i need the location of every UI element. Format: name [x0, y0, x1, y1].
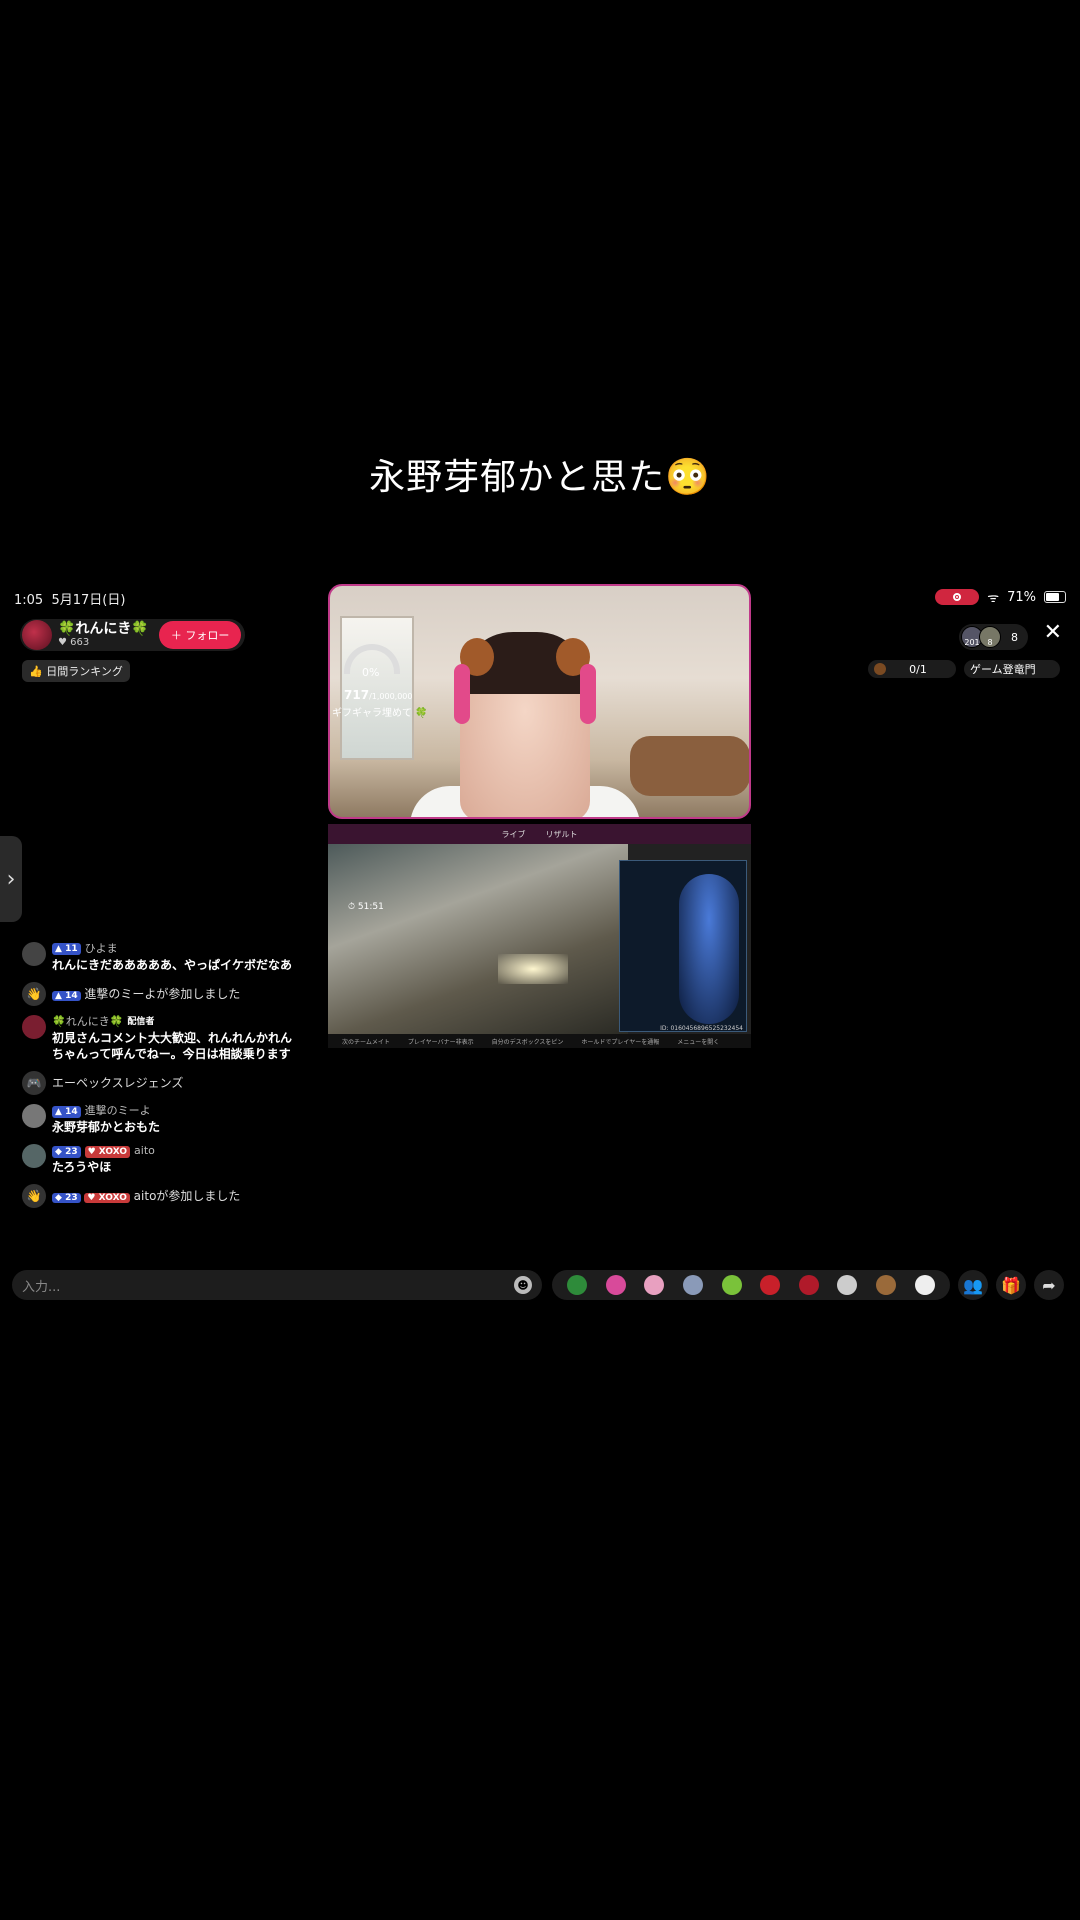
level-badge: ▲ 14	[52, 991, 81, 1002]
viewer-list[interactable]: 201 8 8	[959, 624, 1028, 650]
recording-icon	[935, 589, 980, 605]
chat-message[interactable]: 👋 ◆ 23 ♥ XOXO aitoが参加しました	[22, 1184, 302, 1209]
chat-message[interactable]: 👋 ▲ 14 進撃のミーよが参加しました	[22, 982, 302, 1007]
side-drawer-handle[interactable]: ›	[0, 836, 22, 922]
bottom-toolbar: 入力... ☻ 👥 🎁 ➦	[12, 1270, 1068, 1300]
share-icon[interactable]: ➦	[1034, 1270, 1064, 1300]
user-avatar-icon[interactable]	[22, 942, 46, 966]
chat-list: ▲ 11 ひよま れんにきだあああああ、やっぱイケボだなあ 👋 ▲ 14 進撃のミ…	[22, 942, 302, 1217]
rose-bouquet-gift-icon[interactable]	[798, 1275, 819, 1295]
host-name: 🍀れんにき🍀	[58, 620, 149, 637]
join-notice: 進撃のミーよが参加しました	[84, 987, 241, 1002]
live-stream-video[interactable]: 0% 717/1,000,000 ギフギャラ埋めて 🍀 ライブ リザルト ⏱ 5…	[328, 584, 751, 1048]
host-tag: 配信者	[127, 1017, 155, 1028]
gg-gift-icon[interactable]	[605, 1275, 626, 1295]
level-badge: ◆ 23	[52, 1193, 81, 1204]
host-avatar-icon[interactable]	[22, 1015, 46, 1040]
bear-gift-icon[interactable]	[876, 1275, 897, 1295]
game-character	[679, 874, 739, 1024]
join-notice: aitoが参加しました	[133, 1189, 241, 1204]
viewer-avatar[interactable]: 8	[979, 626, 1001, 648]
chat-text: れんにきだあああああ、やっぱイケボだなあ	[52, 957, 293, 972]
tab-result: リザルト	[545, 829, 578, 839]
close-icon[interactable]: ✕	[1044, 620, 1062, 645]
level-badge: ◆ 23	[52, 1145, 81, 1158]
user-avatar-icon[interactable]	[22, 1144, 46, 1169]
gift-progress: 717/1,000,000	[344, 688, 413, 702]
xoxo-badge: ♥ XOXO	[84, 1145, 131, 1158]
controller-gift-icon[interactable]	[683, 1275, 704, 1295]
ribbon-gift-icon[interactable]	[644, 1275, 665, 1295]
chat-message[interactable]: 🍀れんにき🍀 配信者 初見さんコメント大大歓迎、れんれんかれんちゃんって呼んでね…	[22, 1015, 302, 1062]
gift-box-icon[interactable]: 🎁	[996, 1270, 1026, 1300]
game-id: ID: 0160456896525232454	[660, 1025, 743, 1032]
gift-caption: ギフギャラ埋めて 🍀	[332, 708, 428, 719]
ball-gift-icon[interactable]	[914, 1275, 935, 1295]
host-avatar[interactable]	[22, 620, 52, 650]
chat-text: 永野芽郁かとおもた	[52, 1120, 161, 1135]
host-card[interactable]: 🍀れんにき🍀 ♥ 663 ＋ フォロー	[20, 619, 246, 651]
xoxo-badge: ♥ XOXO	[84, 1193, 130, 1204]
level-badge: ▲ 14	[52, 1105, 81, 1118]
user-avatar-icon[interactable]	[22, 1104, 46, 1129]
goal-chip[interactable]: 0/1	[868, 660, 956, 678]
daily-ranking-chip[interactable]: 👍 日間ランキング	[22, 660, 130, 682]
battery-label: 71%	[1007, 589, 1036, 605]
video-caption: 永野芽郁かと思た😳	[369, 457, 711, 498]
comment-input[interactable]: 入力... ☻	[12, 1270, 542, 1300]
webcam-feed: 0% 717/1,000,000 ギフギャラ埋めて 🍀	[328, 584, 751, 819]
viewer-count: 8	[1011, 630, 1018, 644]
chat-message[interactable]: ▲ 14 進撃のミーよ 永野芽郁かとおもた	[22, 1104, 302, 1135]
wifi-icon: ᯤ	[987, 591, 1000, 606]
panda-gift-icon[interactable]	[837, 1275, 858, 1295]
face-gift-icon[interactable]	[721, 1275, 742, 1295]
gamepad-icon: 🎮	[22, 1071, 46, 1096]
guest-icon[interactable]: 👥	[958, 1270, 988, 1300]
follow-button[interactable]: ＋ フォロー	[158, 621, 242, 649]
clover-gift-icon[interactable]	[567, 1275, 588, 1295]
wave-icon: 👋	[22, 1184, 46, 1209]
game-footer: 次のチームメイト プレイヤーバナー非表示 自分のデスボックスをピン ホールドでプ…	[328, 1034, 751, 1048]
status-indicators: ᯤ 71%	[935, 588, 1066, 606]
chat-message[interactable]: ◆ 23 ♥ XOXO aito たろうやほ	[22, 1144, 302, 1175]
tab-live: ライブ	[501, 829, 526, 839]
host-likes: ♥ 663	[58, 637, 90, 649]
gift-bar[interactable]	[552, 1270, 950, 1300]
chat-text: たろうやほ	[52, 1160, 112, 1175]
status-time: 1:05 5月17日(日)	[14, 593, 126, 608]
game-tag-chip[interactable]: ゲーム登竜門	[964, 660, 1060, 678]
chat-message: 🎮 エーペックスレジェンズ	[22, 1071, 302, 1096]
chat-text: 初見さんコメント大大歓迎、れんれんかれんちゃんって呼んでねー。今日は相談乗ります	[52, 1030, 293, 1062]
battery-icon	[1044, 591, 1066, 603]
game-feed: ライブ リザルト ⏱ 51:51 ID: 0160456896525232454…	[328, 824, 751, 1048]
game-notice: エーペックスレジェンズ	[52, 1076, 184, 1091]
level-badge: ▲ 11	[52, 943, 81, 956]
emoji-icon[interactable]: ☻	[514, 1276, 532, 1294]
wave-icon: 👋	[22, 982, 46, 1007]
acorn-icon	[874, 663, 886, 675]
rose-gift-icon[interactable]	[760, 1275, 781, 1295]
gauge-percent: 0%	[362, 666, 380, 679]
game-timer: ⏱ 51:51	[348, 902, 384, 912]
chevron-right-icon: ›	[6, 866, 16, 892]
chat-message[interactable]: ▲ 11 ひよま れんにきだあああああ、やっぱイケボだなあ	[22, 942, 302, 973]
